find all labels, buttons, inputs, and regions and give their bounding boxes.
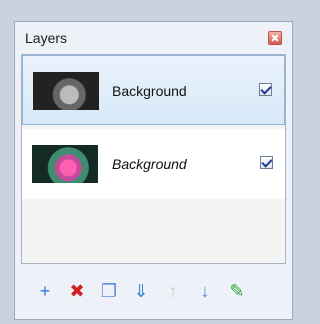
move-down-icon[interactable]: ↓ [196,282,214,300]
close-icon[interactable] [268,31,282,45]
properties-icon[interactable]: ✎ [228,282,246,300]
layer-thumbnail [32,145,98,183]
layer-visibility-checkbox[interactable] [259,83,272,96]
delete-layer-icon[interactable]: ✖ [68,282,86,300]
layer-name: Background [112,83,187,99]
move-up-icon[interactable]: ↑ [164,282,182,300]
layers-list: Background Background [21,54,286,264]
layer-thumbnail [33,72,99,110]
layers-panel: Layers Background Background + ✖ ❐ ⇓ ↑ ↓… [14,21,293,320]
layer-visibility-checkbox[interactable] [260,156,273,169]
new-layer-icon[interactable]: + [36,282,54,300]
layer-row[interactable]: Background [22,129,285,199]
merge-down-icon[interactable]: ⇓ [132,282,150,300]
panel-titlebar: Layers [15,22,292,52]
layers-toolbar: + ✖ ❐ ⇓ ↑ ↓ ✎ [21,272,286,312]
layer-row-selected[interactable]: Background [22,55,285,125]
panel-title: Layers [25,30,68,46]
layer-name: Background [112,156,187,172]
duplicate-layer-icon[interactable]: ❐ [100,282,118,300]
